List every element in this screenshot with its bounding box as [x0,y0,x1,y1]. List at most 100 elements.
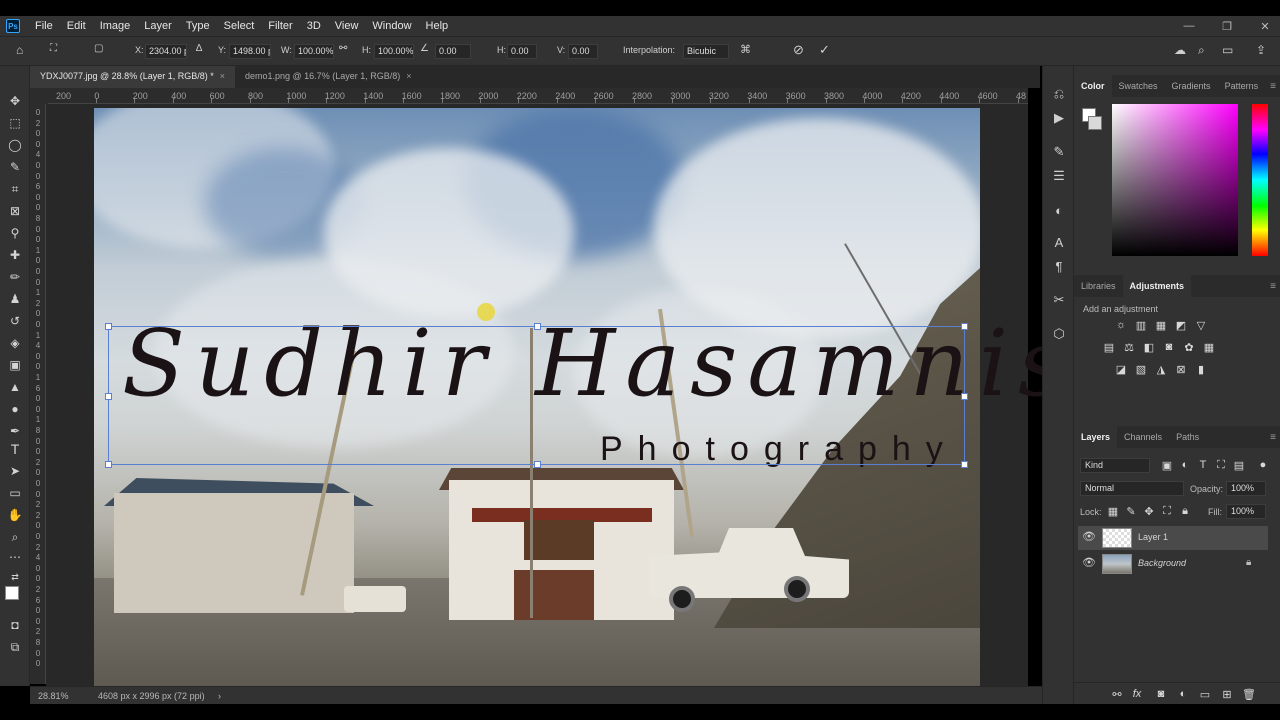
eraser-tool-icon[interactable]: ◈ [5,334,25,352]
brush-settings-icon[interactable]: ✎ [1049,142,1069,162]
menu-image[interactable]: Image [93,20,138,32]
transform-handle-top-right[interactable] [961,323,968,330]
menu-file[interactable]: File [28,20,60,32]
close-window-button[interactable]: ✕ [1252,16,1278,36]
menu-layer[interactable]: Layer [137,20,179,32]
menu-window[interactable]: Window [365,20,418,32]
brightness-contrast-icon[interactable]: ☼ [1114,318,1128,332]
exposure-icon[interactable]: ◩ [1174,318,1188,332]
clone-stamp-tool-icon[interactable]: ♟ [5,290,25,308]
visibility-eye-icon[interactable]: 👁︎ [1082,556,1096,569]
add-mask-icon[interactable]: ◙ [1154,687,1168,701]
hue-saturation-icon[interactable]: ▤ [1102,340,1116,354]
quick-mask-icon[interactable]: ◘ [5,616,25,634]
transform-handle-left[interactable] [105,393,112,400]
filter-type-icon[interactable]: T [1196,458,1210,472]
commit-transform-icon[interactable]: ✓ [819,42,830,58]
lock-position-icon[interactable]: ✥ [1142,504,1156,518]
tab-patterns[interactable]: Patterns [1218,75,1266,97]
filter-pixel-icon[interactable]: ▣ [1160,458,1174,472]
levels-icon[interactable]: ▥ [1134,318,1148,332]
brush-tool-icon[interactable]: ✏ [5,268,25,286]
swap-colors-icon[interactable]: ⇄ [5,568,25,586]
hand-tool-icon[interactable]: ✋ [5,506,25,524]
vertical-skew-field[interactable]: 0.00 [568,44,598,59]
horizontal-skew-field[interactable]: 0.00 [507,44,537,59]
pen-tool-icon[interactable]: ✒ [5,422,25,440]
x-position-field[interactable]: 2304.00 p [145,44,187,59]
cloud-docs-icon[interactable]: ☁ [1174,43,1186,57]
screen-mode-icon[interactable]: ⧉ [5,638,25,656]
visibility-eye-icon[interactable]: 👁︎ [1082,530,1096,543]
rectangle-tool-icon[interactable]: ▭ [5,484,25,502]
link-layers-icon[interactable]: ⚯ [1110,687,1124,701]
height-field[interactable]: 100.00% [374,44,414,59]
tab-color[interactable]: Color [1074,75,1112,97]
menu-edit[interactable]: Edit [60,20,93,32]
lasso-tool-icon[interactable]: ◯ [5,136,25,154]
y-position-field[interactable]: 1498.00 p [229,44,271,59]
search-icon[interactable]: ⌕ [1198,43,1205,58]
lock-all-icon[interactable]: 🔒︎ [1178,504,1192,518]
lock-transparent-icon[interactable]: ▦ [1106,504,1120,518]
menu-select[interactable]: Select [217,20,262,32]
gradient-tool-icon[interactable]: ▣ [5,356,25,374]
filter-smart-object-icon[interactable]: ▤ [1232,458,1246,472]
quick-select-tool-icon[interactable]: ✎ [5,158,25,176]
actions-panel-icon[interactable]: ▶ [1049,108,1069,128]
panel-menu-icon[interactable]: ≡ [1270,432,1276,443]
layer-name[interactable]: Background [1138,558,1186,568]
new-group-icon[interactable]: ▭ [1198,687,1212,701]
angle-field[interactable]: 0.00 [435,44,471,59]
character-panel-icon[interactable]: A [1049,232,1069,252]
panel-menu-icon[interactable]: ≡ [1270,81,1276,92]
minimize-button[interactable]: — [1176,16,1202,36]
vibrance-icon[interactable]: ▽ [1194,318,1208,332]
clone-source-icon[interactable]: ◐ [1049,200,1069,220]
share-icon[interactable]: ⇪ [1256,43,1266,57]
foreground-color-swatch[interactable] [5,586,19,600]
hue-slider[interactable] [1252,104,1268,256]
type-tool-icon[interactable]: T [5,440,25,458]
tab-gradients[interactable]: Gradients [1165,75,1218,97]
tab-ydxj0077[interactable]: YDXJ0077.jpg @ 28.8% (Layer 1, RGB/8) * × [30,66,235,88]
lock-image-icon[interactable]: ✎ [1124,504,1138,518]
close-tab-icon[interactable]: × [406,71,411,81]
link-icon[interactable]: ⚯ [339,43,347,54]
black-white-icon[interactable]: ◧ [1142,340,1156,354]
menu-filter[interactable]: Filter [261,20,299,32]
healing-brush-tool-icon[interactable]: ✚ [5,246,25,264]
marquee-tool-icon[interactable]: ⬚ [5,114,25,132]
color-balance-icon[interactable]: ⚖ [1122,340,1136,354]
status-arrow-icon[interactable]: › [218,691,221,701]
cancel-transform-icon[interactable]: ⊘ [793,42,804,58]
blur-tool-icon[interactable]: ▲ [5,378,25,396]
transform-handle-bottom[interactable] [534,461,541,468]
zoom-tool-icon[interactable]: ⌕ [5,528,25,546]
selective-color-icon[interactable]: ⊠ [1174,362,1188,376]
color-picker-field[interactable] [1112,104,1238,256]
close-tab-icon[interactable]: × [220,71,225,81]
layer-row-background[interactable]: 👁︎ Background 🔒︎ [1078,552,1268,576]
warp-icon[interactable]: ⌘ [740,43,751,56]
3d-panel-icon[interactable]: ⬡ [1049,324,1069,344]
restore-button[interactable]: ❐ [1214,16,1240,36]
posterize-icon[interactable]: ▧ [1134,362,1148,376]
delta-icon[interactable]: ∆ [196,43,202,54]
blend-mode-select[interactable]: Normal [1080,481,1184,496]
frame-tool-icon[interactable]: ⊠ [5,202,25,220]
tab-layers[interactable]: Layers [1074,426,1118,448]
curves-icon[interactable]: ▦ [1154,318,1168,332]
vertical-ruler[interactable]: 0200400600800100012001400160018002000220… [30,104,46,684]
opacity-field[interactable]: 100% [1226,481,1266,496]
transform-handle-top[interactable] [534,323,541,330]
dodge-tool-icon[interactable]: ● [5,400,25,418]
gradient-map-icon[interactable]: ▮ [1194,362,1208,376]
workspace-icon[interactable]: ▭ [1222,43,1233,57]
paragraph-panel-icon[interactable]: ¶ [1049,256,1069,276]
filter-shape-icon[interactable]: ⛶ [1214,458,1228,472]
filter-toggle-icon[interactable]: ● [1256,458,1270,472]
tab-demo1[interactable]: demo1.png @ 16.7% (Layer 1, RGB/8) × [235,66,421,88]
horizontal-ruler[interactable]: 200 0 200 400 600 800 1000 1200 1400 1600 1800 2000… [48,88,1057,104]
history-panel-icon[interactable]: ⎌ [1049,84,1069,104]
